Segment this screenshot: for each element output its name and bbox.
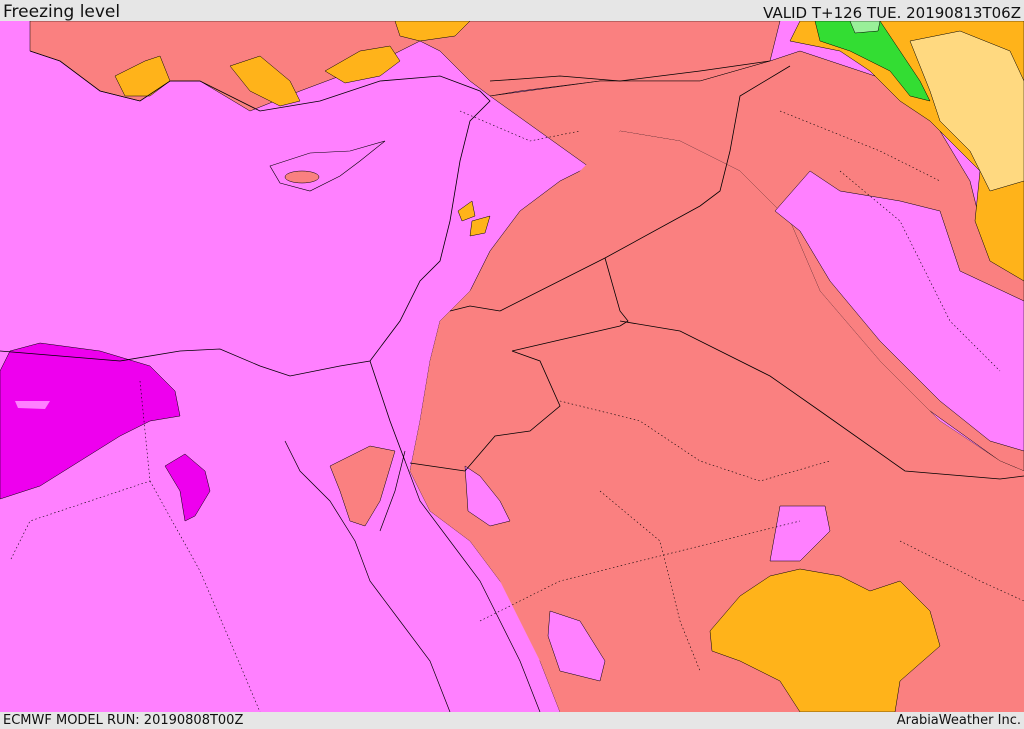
region-cyprus-salmon xyxy=(284,170,320,184)
region-iran-lightgreen xyxy=(849,21,881,34)
credit: ArabiaWeather Inc. xyxy=(896,713,1021,728)
model-run: ECMWF MODEL RUN: 20190808T00Z xyxy=(3,713,244,728)
map-title: Freezing level xyxy=(3,2,121,22)
region-egypt-pink-inset xyxy=(15,401,50,409)
valid-time: VALID T+126 TUE. 20190813T06Z xyxy=(763,4,1021,22)
header-bar: Freezing level VALID T+126 TUE. 20190813… xyxy=(0,0,1024,21)
freezing-level-map xyxy=(0,21,1024,712)
footer-bar: ECMWF MODEL RUN: 20190808T00Z ArabiaWeat… xyxy=(0,712,1024,729)
